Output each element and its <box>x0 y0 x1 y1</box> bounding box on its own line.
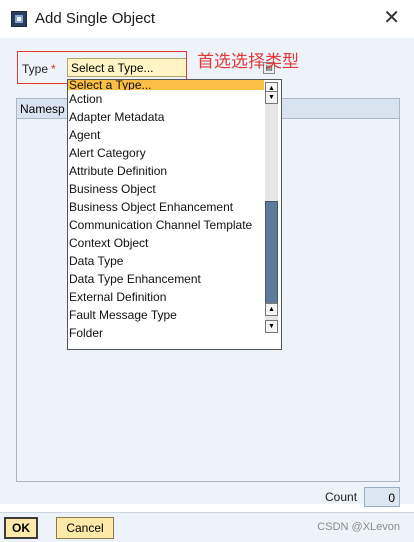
close-icon[interactable]: ✕ <box>383 7 400 27</box>
scroll-up-icon[interactable]: ▲ <box>265 303 278 316</box>
dropdown-option[interactable]: Fault Message Type <box>68 306 264 324</box>
scroll-down-icon[interactable]: ▼ <box>265 320 278 333</box>
dropdown-option[interactable]: Action <box>68 90 264 108</box>
required-marker: * <box>51 62 56 76</box>
dropdown-options: Select a Type... Action Adapter Metadata Ag… <box>68 80 264 342</box>
type-label: Type * <box>22 62 56 76</box>
dropdown-option[interactable]: External Definition <box>68 288 264 306</box>
count-label: Count <box>325 490 358 504</box>
count-value: 0 <box>364 487 400 507</box>
dropdown-option[interactable]: Agent <box>68 126 264 144</box>
title-bar: Add Single Object ✕ <box>0 0 414 38</box>
scrollbar-track[interactable] <box>265 96 278 333</box>
window-title: Add Single Object <box>35 10 156 27</box>
dropdown-option[interactable]: Select a Type... <box>68 80 264 90</box>
scrollbar-thumb[interactable] <box>265 201 278 311</box>
type-label-text: Type <box>22 62 49 76</box>
dropdown-option[interactable]: Adapter Metadata <box>68 108 264 126</box>
scroll-down-icon[interactable]: ▼ <box>265 91 278 104</box>
dropdown-option[interactable]: Attribute Definition <box>68 162 264 180</box>
dropdown-option[interactable]: Data Type Enhancement <box>68 270 264 288</box>
cancel-button[interactable]: Cancel <box>56 517 114 539</box>
ok-button[interactable]: OK <box>4 517 38 539</box>
watermark: CSDN @XLevon <box>317 521 400 533</box>
type-dropdown-list[interactable]: Select a Type... Action Adapter Metadata Ag… <box>67 79 282 350</box>
dropdown-option[interactable]: Context Object <box>68 234 264 252</box>
dropdown-option[interactable]: Business Object <box>68 180 264 198</box>
dropdown-scrollbar[interactable]: ▲ ▲ ▼ ▼ <box>265 82 279 347</box>
annotation-text: 首选选择类型 <box>197 52 299 72</box>
dropdown-option[interactable]: Communication Channel Template <box>68 216 264 234</box>
type-select[interactable]: Select a Type... <box>67 58 187 77</box>
sap-dialog-icon <box>11 11 27 27</box>
dropdown-option[interactable]: Business Object Enhancement <box>68 198 264 216</box>
dropdown-option[interactable]: Folder <box>68 324 264 342</box>
dropdown-option[interactable]: Alert Category <box>68 144 264 162</box>
dropdown-option[interactable]: Data Type <box>68 252 264 270</box>
